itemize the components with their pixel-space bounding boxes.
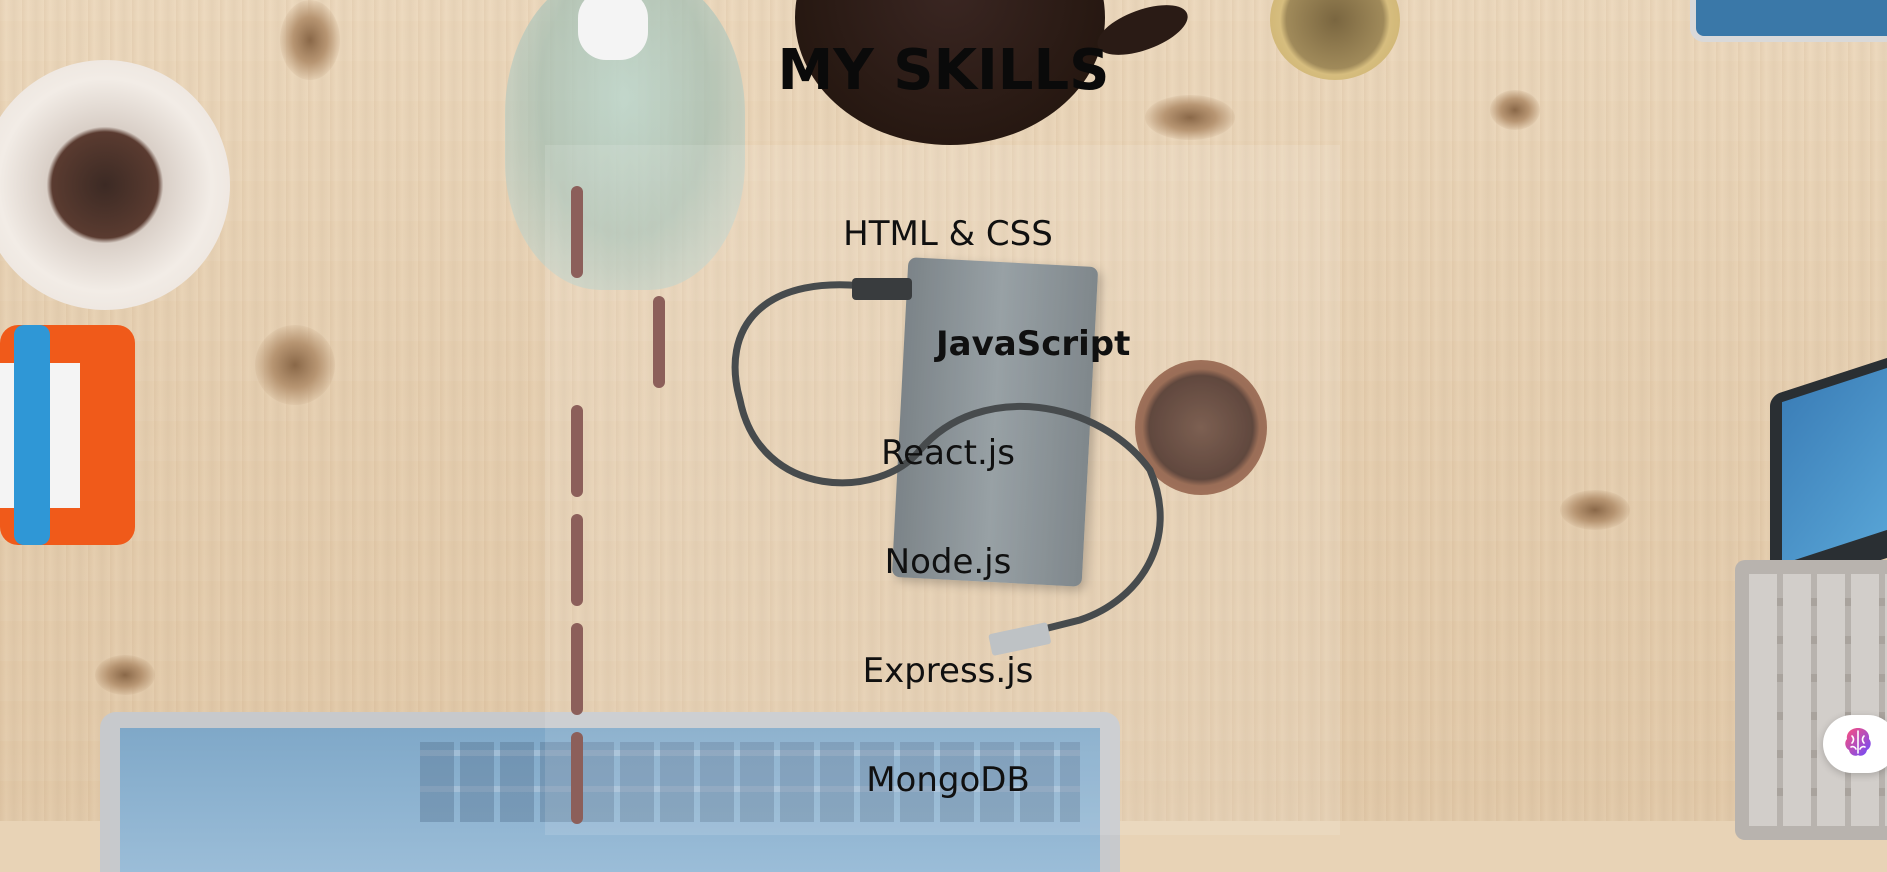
- skill-item-javascript: JavaScript: [936, 324, 1131, 364]
- skill-item-html-css: HTML & CSS: [843, 214, 1053, 254]
- device-image: [1690, 0, 1887, 42]
- keyboard-image: [1735, 560, 1887, 840]
- skill-item-express: Express.js: [862, 651, 1034, 691]
- brain-icon: [1841, 725, 1875, 763]
- skill-item-mongodb: MongoDB: [866, 760, 1030, 800]
- page-title: MY SKILLS: [777, 38, 1110, 103]
- skill-item-react: React.js: [881, 433, 1015, 473]
- skill-item-node: Node.js: [884, 542, 1012, 582]
- timeline-marker: [653, 296, 665, 388]
- assistant-button[interactable]: [1823, 715, 1887, 773]
